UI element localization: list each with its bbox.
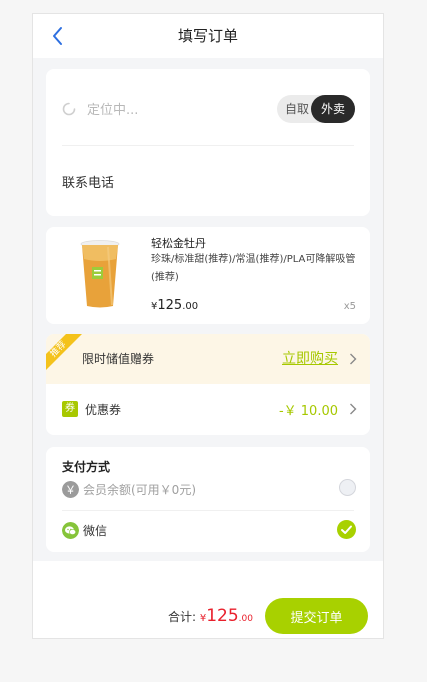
total-label: 合计: <box>167 610 197 624</box>
order-total: 合计: ¥125.00 <box>168 606 253 626</box>
delivery-mode-toggle: 自取 外卖 <box>277 95 355 123</box>
divider <box>62 145 354 146</box>
mode-self-pickup[interactable]: 自取 <box>285 95 309 123</box>
coupon-card: 推荐 限时储值赠券 立即购买 券 优惠券 -￥ 10.00 <box>46 334 370 435</box>
mode-delivery[interactable]: 外卖 <box>311 95 355 123</box>
contact-phone-label: 联系电话 <box>62 176 115 191</box>
checkout-bar: 合计: ¥125.00 提交订单 <box>33 561 383 638</box>
total-decimal: .00 <box>238 614 253 624</box>
recommend-corner-badge: 推荐 <box>46 334 82 370</box>
wechat-label: 微信 <box>83 524 108 538</box>
total-integer: 125 <box>206 606 239 626</box>
buy-now-link[interactable]: 立即购买 <box>282 348 338 368</box>
chevron-right-icon <box>350 403 357 415</box>
header-bar: 填写订单 <box>33 14 383 58</box>
contact-phone-input[interactable] <box>136 167 350 195</box>
payment-option-balance[interactable]: ￥ 会员余额(可用￥0元) <box>46 476 370 506</box>
product-card: 轻松金牡丹 珍珠/标准甜(推荐)/常温(推荐)/PLA可降解吸管(推荐) ¥12… <box>46 227 370 324</box>
payment-option-wechat[interactable]: 微信 <box>46 517 370 547</box>
coupon-icon: 券 <box>62 401 78 417</box>
balance-icon-glyph: ￥ <box>65 484 76 497</box>
balance-label: 会员余额(可用￥0元) <box>83 483 196 497</box>
address-card: 定位中... 自取 外卖 联系电话 <box>46 69 370 216</box>
coupon-discount-value: -￥ 10.00 <box>278 404 338 419</box>
divider <box>62 510 354 511</box>
product-spec: 珍珠/标准甜(推荐)/常温(推荐)/PLA可降解吸管(推荐) <box>151 254 356 283</box>
coupon-row[interactable]: 券 优惠券 -￥ 10.00 <box>46 384 370 435</box>
payment-title: 支付方式 <box>62 460 111 474</box>
checkmark-circle-icon[interactable] <box>337 520 356 539</box>
product-name: 轻松金牡丹 <box>151 237 206 250</box>
location-status[interactable]: 定位中... <box>87 99 138 118</box>
balance-radio[interactable] <box>339 479 356 496</box>
coupon-label: 优惠券 <box>85 403 122 417</box>
loading-spinner-icon <box>62 102 76 116</box>
balance-yen-icon: ￥ <box>62 481 79 498</box>
page-title: 填写订单 <box>177 27 238 45</box>
wechat-pay-icon <box>62 522 79 539</box>
price-decimal: .00 <box>182 301 199 312</box>
stored-value-coupon-row[interactable]: 推荐 限时储值赠券 立即购买 <box>46 334 370 384</box>
product-quantity: x5 <box>343 301 356 312</box>
submit-order-button[interactable]: 提交订单 <box>265 598 368 634</box>
order-page: 填写订单 定位中... 自取 外卖 联系电话 轻松金牡丹 珍珠/标准甜(推荐)/… <box>32 13 384 639</box>
chevron-right-icon <box>350 353 357 365</box>
product-cup-image <box>80 240 120 308</box>
product-price: ¥125.00 <box>151 298 198 313</box>
stored-coupon-label: 限时储值赠券 <box>82 352 155 366</box>
payment-card: 支付方式 ￥ 会员余额(可用￥0元) 微信 <box>46 447 370 552</box>
price-integer: 125 <box>157 298 183 313</box>
